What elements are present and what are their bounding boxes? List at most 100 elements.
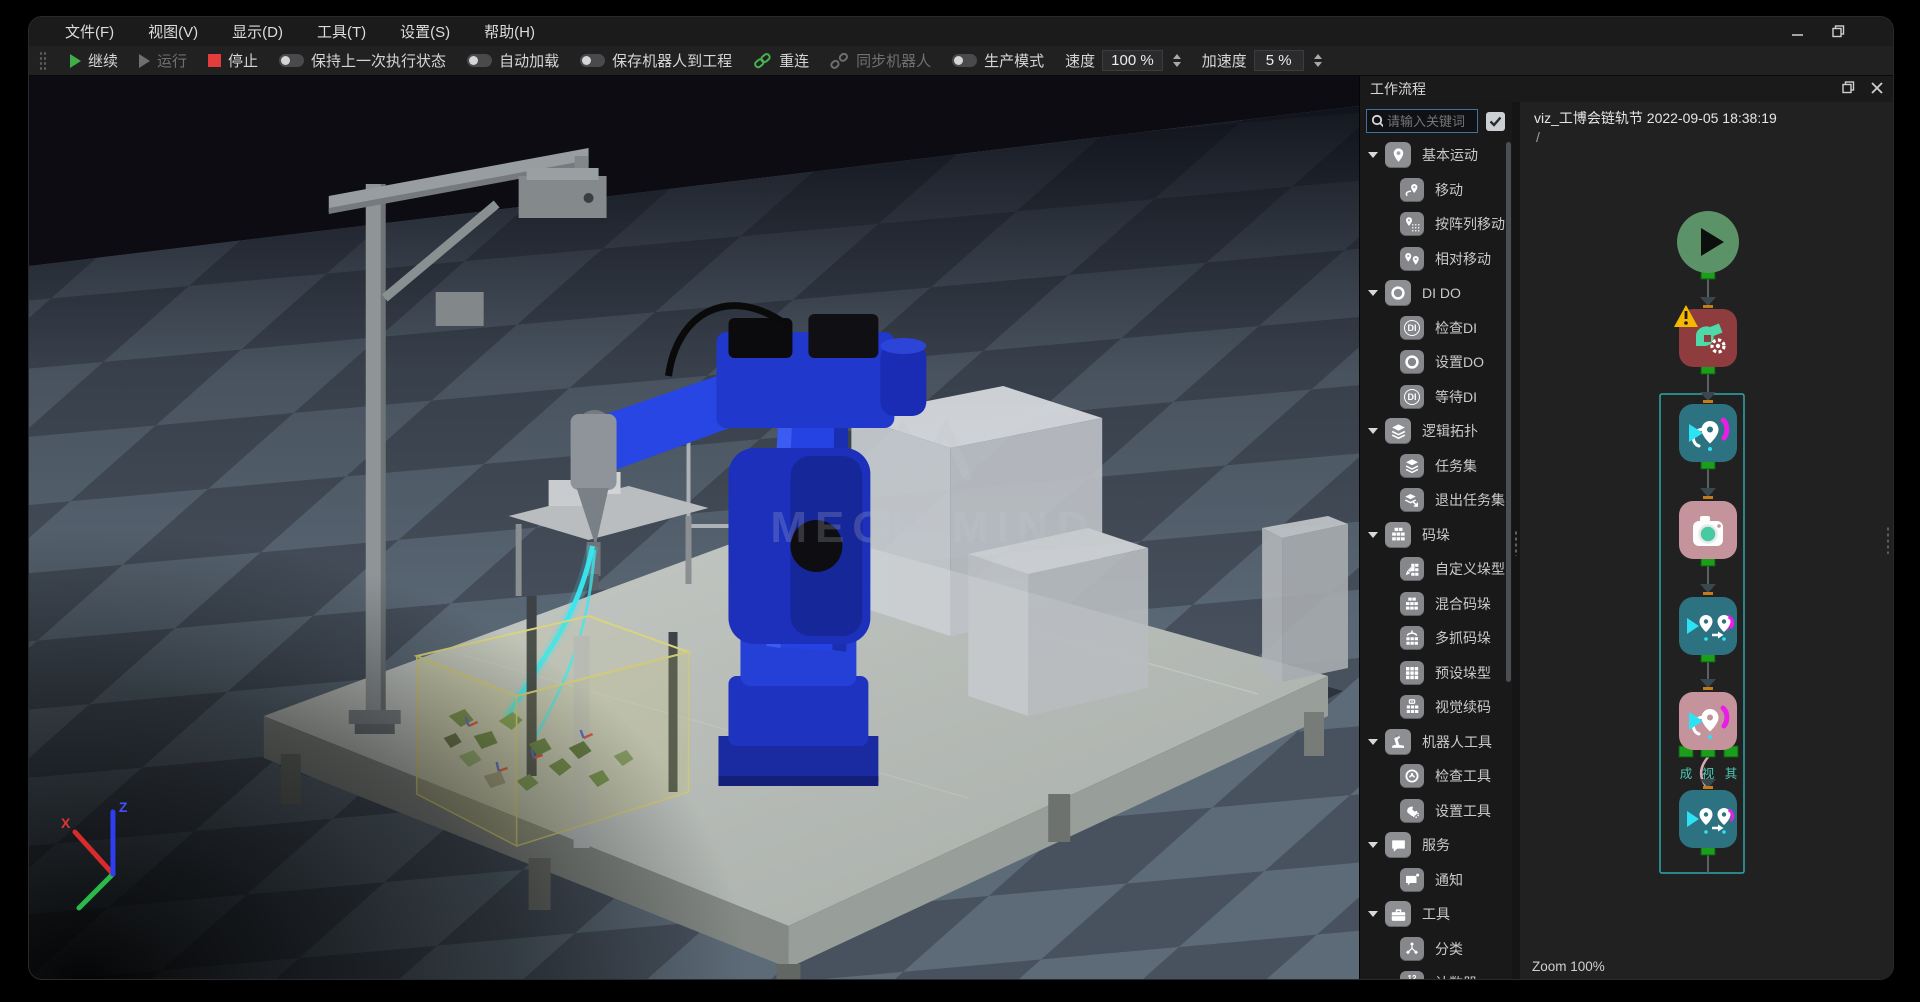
classify-icon	[1400, 937, 1424, 961]
tree-item-check-tool[interactable]: 检查工具	[1360, 759, 1512, 794]
move-icon	[1679, 692, 1737, 750]
reconnect-button[interactable]: 重连	[753, 50, 809, 71]
tree-item-custom-pallet[interactable]: 自定义垛型	[1360, 552, 1512, 587]
caret-down-icon[interactable]	[1368, 532, 1378, 538]
set-tool-error-node[interactable]	[1679, 309, 1737, 367]
tree-item-array-move[interactable]: 按阵列移动	[1360, 207, 1512, 242]
tree-item-mixed-pallet[interactable]: 混合码垛	[1360, 587, 1512, 622]
autoload-toggle[interactable]: 自动加载	[467, 50, 559, 71]
app-window: 文件(F) 视图(V) 显示(D) 工具(T) 设置(S) 帮助(H) 继续 运…	[28, 16, 1894, 980]
caret-down-icon[interactable]	[1368, 428, 1378, 434]
branch-label-vision: 视	[1700, 763, 1716, 782]
tree-group-di-do[interactable]: DI DO	[1360, 276, 1512, 311]
move-branch-node[interactable]	[1679, 692, 1737, 750]
tree-group-logic-topology[interactable]: 逻辑拓扑	[1360, 414, 1512, 449]
tree-group-basic-motion[interactable]: 基本运动	[1360, 138, 1512, 173]
tree-item-task-set[interactable]: 任务集	[1360, 449, 1512, 484]
warning-icon	[1672, 302, 1700, 330]
tree-item-preset-pallet[interactable]: 预设垛型	[1360, 656, 1512, 691]
menu-tools[interactable]: 工具(T)	[317, 21, 366, 42]
tree-item-classify[interactable]: 分类	[1360, 932, 1512, 967]
relative-move-node[interactable]	[1679, 597, 1737, 655]
preset-pallet-icon	[1400, 661, 1424, 685]
logic-topology-icon	[1385, 418, 1411, 444]
counter-icon: 12 34	[1400, 971, 1424, 980]
menu-display[interactable]: 显示(D)	[232, 21, 283, 42]
workflow-canvas[interactable]: viz_工博会链轨节 2022-09-05 18:38:19 /	[1520, 102, 1893, 980]
relative-move-node-2[interactable]	[1679, 790, 1737, 848]
stop-button[interactable]: 停止	[208, 50, 258, 71]
tree-item-move[interactable]: 移动	[1360, 173, 1512, 208]
accel-stepper[interactable]	[1314, 54, 1322, 67]
menu-help[interactable]: 帮助(H)	[484, 21, 535, 42]
check-tool-icon	[1400, 764, 1424, 788]
tree-item-relative-move[interactable]: 相对移动	[1360, 242, 1512, 277]
menu-file[interactable]: 文件(F)	[65, 21, 114, 42]
canvas-edge-handle[interactable]	[1886, 526, 1890, 554]
production-toggle[interactable]: 生产模式	[952, 50, 1044, 71]
branch-label-success: 成	[1678, 763, 1694, 782]
filter-checkbox[interactable]	[1486, 112, 1505, 131]
minimize-icon[interactable]	[1791, 25, 1804, 38]
start-node[interactable]	[1677, 211, 1739, 273]
tree-item-multi-pick-pallet[interactable]: 多抓码垛	[1360, 621, 1512, 656]
caret-down-icon[interactable]	[1368, 739, 1378, 745]
speed-stepper[interactable]	[1173, 54, 1181, 67]
search-input[interactable]	[1387, 114, 1473, 129]
tree-item-notify[interactable]: 通知	[1360, 863, 1512, 898]
vision-look-node[interactable]	[1679, 501, 1737, 559]
stop-icon	[208, 54, 221, 67]
restore-icon[interactable]	[1832, 25, 1845, 38]
menu-view[interactable]: 视图(V)	[148, 21, 198, 42]
search-box[interactable]	[1366, 109, 1478, 133]
tree-item-set-do[interactable]: 设置DO	[1360, 345, 1512, 380]
caret-down-icon[interactable]	[1368, 152, 1378, 158]
tree-group-services[interactable]: 服务	[1360, 828, 1512, 863]
toolbar-drag-handle[interactable]	[39, 51, 47, 71]
tree-item-exit-task-set[interactable]: 退出任务集	[1360, 483, 1512, 518]
float-panel-icon[interactable]	[1842, 81, 1855, 97]
tree-item-check-di[interactable]: DI检查DI	[1360, 311, 1512, 346]
tree-scrollbar[interactable]	[1506, 142, 1511, 682]
viewport-3d[interactable]: MECH MIND Z X	[29, 76, 1359, 980]
relative-move-icon	[1679, 597, 1737, 655]
caret-down-icon[interactable]	[1368, 911, 1378, 917]
caret-down-icon[interactable]	[1368, 842, 1378, 848]
sync-robot-button[interactable]: 同步机器人	[830, 50, 931, 71]
broken-link-icon	[830, 53, 849, 69]
step-library: 基本运动 移动 按阵列移动 相对移动 DI DO DI检查DI 设置DO DI等…	[1360, 102, 1512, 980]
task-set-icon	[1400, 454, 1424, 478]
tree-item-set-tool[interactable]: 设置工具	[1360, 794, 1512, 829]
accel-control: 加速度 5 %	[1202, 50, 1322, 71]
tree-group-tools[interactable]: 工具	[1360, 897, 1512, 932]
toggle-icon	[467, 54, 492, 67]
play-icon	[70, 54, 81, 68]
menu-bar: 文件(F) 视图(V) 显示(D) 工具(T) 设置(S) 帮助(H)	[29, 17, 1893, 46]
check-di-icon: DI	[1400, 316, 1424, 340]
speed-input[interactable]: 100 %	[1102, 50, 1163, 71]
continue-button[interactable]: 继续	[70, 50, 118, 71]
close-panel-icon[interactable]	[1871, 81, 1883, 97]
palletizing-icon	[1385, 522, 1411, 548]
search-icon	[1371, 114, 1383, 128]
panel-splitter[interactable]	[1512, 102, 1520, 980]
move-node[interactable]	[1679, 404, 1737, 462]
tree-item-counter[interactable]: 12 34计数器	[1360, 966, 1512, 980]
tree-group-palletizing[interactable]: 码垛	[1360, 518, 1512, 553]
caret-down-icon[interactable]	[1368, 290, 1378, 296]
exit-task-set-icon	[1400, 488, 1424, 512]
menu-settings[interactable]: 设置(S)	[400, 21, 450, 42]
branch-label-other: 其	[1723, 763, 1739, 782]
save-robot-toggle[interactable]: 保存机器人到工程	[580, 50, 732, 71]
toggle-icon	[580, 54, 605, 67]
notify-icon	[1400, 868, 1424, 892]
array-move-icon	[1400, 212, 1424, 236]
run-icon	[139, 54, 150, 68]
accel-input[interactable]: 5 %	[1254, 50, 1304, 71]
tree-group-robot-tools[interactable]: 机器人工具	[1360, 725, 1512, 760]
axis-x-label: X	[61, 815, 71, 831]
tree-item-wait-di[interactable]: DI等待DI	[1360, 380, 1512, 415]
keep-state-toggle[interactable]: 保持上一次执行状态	[279, 50, 446, 71]
tree-item-vision-stack[interactable]: 视觉续码	[1360, 690, 1512, 725]
run-button[interactable]: 运行	[139, 50, 187, 71]
